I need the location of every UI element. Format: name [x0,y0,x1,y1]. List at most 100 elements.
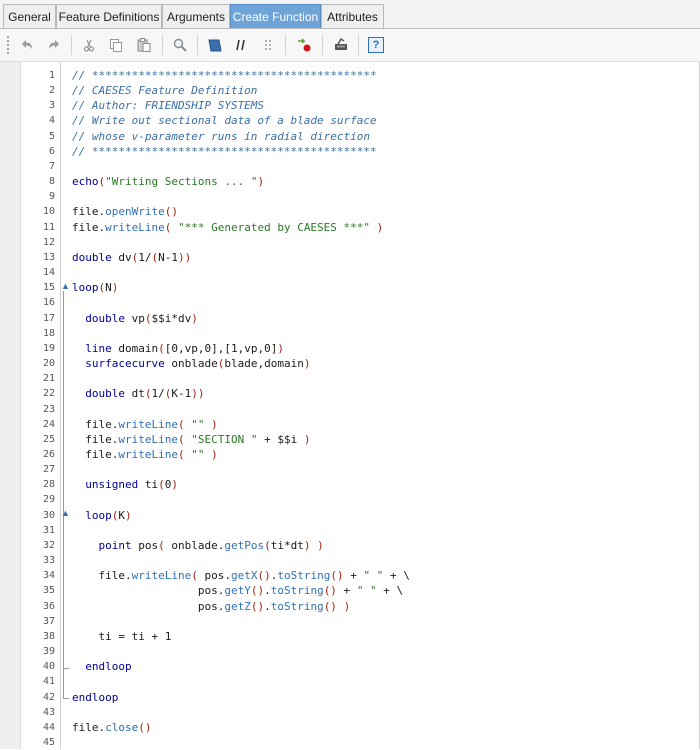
code-line[interactable]: 42 endloop [0,690,700,705]
insert-breakpoint-icon[interactable] [293,34,315,56]
code-text: point pos( onblade.getPos(ti*dt) ) [72,538,324,553]
line-number: 22 [42,388,55,400]
code-line[interactable]: 20 surfacecurve onblade(blade,domain) [0,356,700,371]
code-token: ti [138,478,159,492]
code-line[interactable]: 18 [0,326,700,341]
code-line[interactable]: 38 ti = ti + 1 [0,629,700,644]
code-text: line domain([0,vp,0],[1,vp,0]) [72,341,284,356]
code-token: file. [72,432,119,446]
code-token: // *************************************… [72,69,377,82]
code-token: "SECTION " [191,432,258,446]
tab-feature-definitions[interactable]: Feature Definitions [56,4,162,29]
line-number: 9 [48,191,55,203]
code-token: ( [144,311,152,325]
code-token: "Writing Sections ... " [105,175,258,189]
code-line[interactable]: 13 double dv(1/(N-1)) [0,250,700,265]
code-line[interactable]: 35 pos.getY().toString() + " " + \ [0,583,700,598]
cut-icon[interactable] [78,34,100,56]
code-line[interactable]: 43 [0,705,700,720]
line-number: 16 [42,297,55,309]
code-line[interactable]: 26 file.writeLine( "" ) [0,447,700,462]
code-line[interactable]: 1 // ************************************… [0,68,700,83]
code-line[interactable]: 24 file.writeLine( "" ) [0,417,700,432]
code-line[interactable]: 3 // Author: FRIENDSHIP SYSTEMS [0,98,700,113]
code-line[interactable]: 12 [0,235,700,250]
code-line[interactable]: 41 [0,674,700,689]
execute-icon[interactable] [330,34,352,56]
code-line[interactable]: 8 echo("Writing Sections ... ") [0,174,700,189]
copy-icon[interactable] [105,34,127,56]
tab-label: General [8,10,51,24]
code-line[interactable]: 28 unsigned ti(0) [0,477,700,492]
code-line[interactable]: 17 double vp($$i*dv) [0,311,700,326]
code-token: () [164,205,178,219]
toolbar-separator [285,35,286,55]
line-number: 24 [42,418,55,430]
code-line[interactable]: 25 file.writeLine( "SECTION " + $$i ) [0,432,700,447]
redo-icon[interactable] [43,34,65,56]
code-text: file.openWrite() [72,204,178,219]
code-line[interactable]: 32 point pos( onblade.getPos(ti*dt) ) [0,538,700,553]
code-line[interactable]: 22 double dt(1/(K-1)) [0,386,700,401]
grip-icon[interactable] [257,34,279,56]
code-line[interactable]: 40 endloop [0,659,700,674]
tab-arguments[interactable]: Arguments [162,4,230,29]
code-line[interactable]: 19 line domain([0,vp,0],[1,vp,0]) [0,341,700,356]
code-token: // Write out sectional data of a blade s… [72,114,377,128]
line-number: 36 [42,600,55,612]
code-token: () [257,569,271,583]
code-line[interactable]: 14 [0,265,700,280]
undo-icon[interactable] [16,34,38,56]
bookmark-icon[interactable] [204,34,226,56]
code-line[interactable]: 36 pos.getZ().toString() ) [0,599,700,614]
code-line[interactable]: 33 [0,553,700,568]
code-line[interactable]: 37 [0,614,700,629]
code-line[interactable]: 31 [0,523,700,538]
tab-general[interactable]: General [3,4,56,29]
code-line[interactable]: 34 file.writeLine( pos.getX().toString()… [0,568,700,583]
toolbar-separator [197,35,198,55]
comment-icon[interactable] [230,34,252,56]
help-icon[interactable]: ? [365,34,387,56]
code-token: )) [191,387,205,401]
code-line[interactable]: 15 loop(N) [0,280,700,295]
code-line[interactable]: 2 // CAESES Feature Definition [0,83,700,98]
code-text: // Write out sectional data of a blade s… [72,113,377,128]
tab-create-function[interactable]: Create Function [230,4,321,29]
code-token: () [250,584,265,598]
code-text: pos.getZ().toString() ) [72,599,350,614]
line-number: 23 [42,403,55,415]
code-line[interactable]: 4 // Write out sectional data of a blade … [0,113,700,128]
code-line[interactable]: 5 // whose v-parameter runs in radial dir… [0,129,700,144]
find-icon[interactable] [169,34,191,56]
code-line[interactable]: 10 file.openWrite() [0,204,700,219]
code-line[interactable]: 7 [0,159,700,174]
code-line[interactable]: 16 [0,295,700,310]
code-line[interactable]: 9 [0,189,700,204]
code-token: ( [191,569,198,583]
code-line[interactable]: 21 [0,371,700,386]
code-token: file. [72,720,106,734]
code-token: N-1 [158,250,178,264]
tab-attributes[interactable]: Attributes [321,4,384,29]
code-token: getY [224,584,251,598]
code-line[interactable]: 23 [0,402,700,417]
code-line[interactable]: 27 [0,462,700,477]
code-line[interactable]: 39 [0,644,700,659]
code-text: unsigned ti(0) [72,477,178,492]
code-token: file. [72,205,106,219]
code-token: onblade. [164,538,225,552]
code-line[interactable]: 44 file.close() [0,720,700,735]
code-editor[interactable]: ▲ ▲ 1// ********************************… [0,62,700,749]
code-token: "" [191,417,205,431]
code-line[interactable]: 45 [0,735,700,750]
line-number: 5 [48,130,55,142]
paste-icon[interactable] [133,34,155,56]
code-line[interactable]: 6 // ************************************… [0,144,700,159]
code-line[interactable]: 30 loop(K) [0,508,700,523]
code-token: toString [270,599,324,613]
code-line[interactable]: 11 file.writeLine( "*** Generated by CAES… [0,220,700,235]
code-line[interactable]: 29 [0,492,700,507]
